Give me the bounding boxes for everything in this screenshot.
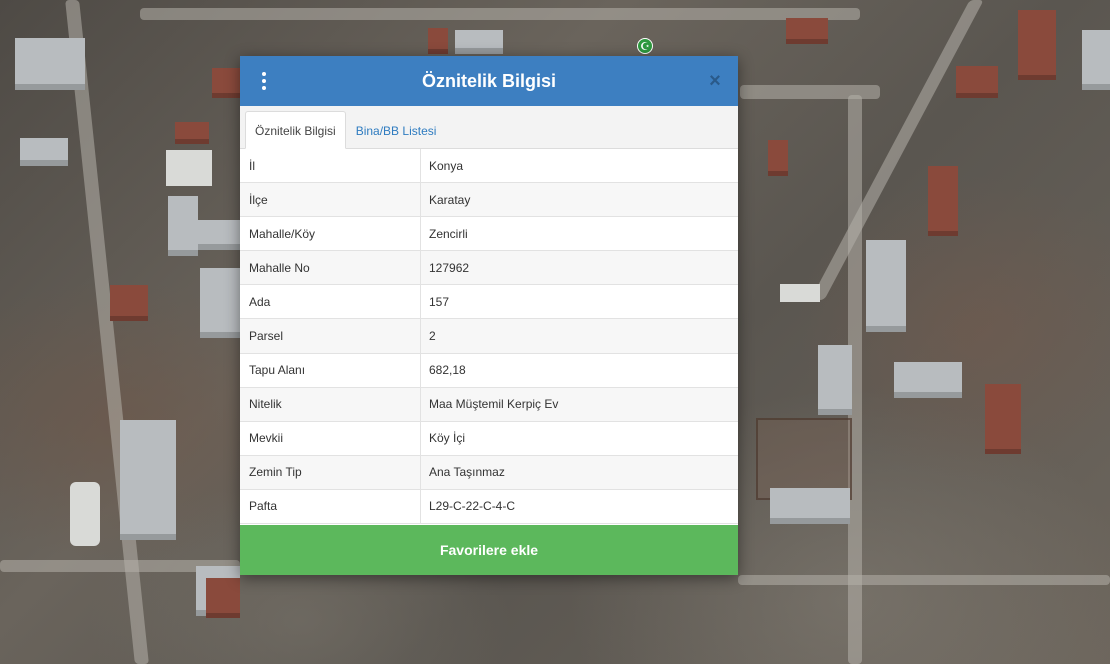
map-building xyxy=(956,66,998,98)
map-building xyxy=(1082,30,1110,90)
map-building xyxy=(120,420,176,540)
map-building xyxy=(894,362,962,398)
table-row: Parsel 2 xyxy=(240,319,738,354)
map-building xyxy=(985,384,1021,454)
close-icon[interactable]: × xyxy=(705,70,725,92)
table-row: İl Konya xyxy=(240,149,738,184)
attribute-key: Tapu Alanı xyxy=(240,353,421,387)
attribute-value: Konya xyxy=(429,158,464,173)
table-row: Mahalle No 127962 xyxy=(240,251,738,286)
attribute-value: L29-C-22-C-4-C xyxy=(429,499,516,514)
table-row: Mevkii Köy İçi xyxy=(240,421,738,456)
map-building xyxy=(200,268,240,338)
attribute-value: Zencirli xyxy=(429,226,468,241)
attribute-key: İlçe xyxy=(240,183,421,217)
attribute-value: Köy İçi xyxy=(429,431,466,446)
attribute-key: Ada xyxy=(240,285,421,319)
attribute-key: İl xyxy=(240,149,421,183)
table-row: Mahalle/Köy Zencirli xyxy=(240,217,738,252)
table-row: Ada 157 xyxy=(240,285,738,320)
map-building xyxy=(198,220,240,250)
map-building xyxy=(428,28,448,54)
attribute-key: Mahalle No xyxy=(240,251,421,285)
vertical-dots-icon[interactable] xyxy=(260,72,268,90)
attribute-key: Mevkii xyxy=(240,421,421,455)
attribute-key: Pafta xyxy=(240,489,421,524)
table-row: Pafta L29-C-22-C-4-C xyxy=(240,489,738,525)
map-road xyxy=(140,8,860,20)
table-row: Nitelik Maa Müştemil Kerpiç Ev xyxy=(240,387,738,422)
map-building xyxy=(928,166,958,236)
attribute-key: Parsel xyxy=(240,319,421,353)
add-to-favorites-button[interactable]: Favorilere ekle xyxy=(240,525,738,575)
attribute-value: Ana Taşınmaz xyxy=(429,465,505,480)
map-road xyxy=(738,575,1110,585)
map-building xyxy=(110,285,148,321)
tab-bar: Öznitelik Bilgisi Bina/BB Listesi xyxy=(240,106,738,149)
attribute-value: Karatay xyxy=(429,192,471,207)
map-building xyxy=(206,578,240,618)
attribute-key: Mahalle/Köy xyxy=(240,217,421,251)
map-building xyxy=(770,488,850,524)
map-building xyxy=(780,284,820,302)
map-building xyxy=(168,196,198,256)
attribute-value: Maa Müştemil Kerpiç Ev xyxy=(429,397,559,412)
map-building xyxy=(70,482,100,546)
attribute-key: Nitelik xyxy=(240,387,421,421)
map-building xyxy=(175,122,209,144)
attribute-value: 127962 xyxy=(429,260,470,275)
map-building xyxy=(15,38,85,90)
map-building xyxy=(866,240,906,332)
map-building xyxy=(1018,10,1056,80)
tab-building-list[interactable]: Bina/BB Listesi xyxy=(346,111,447,149)
attribute-value: 682,18 xyxy=(429,363,466,378)
table-row: Zemin Tip Ana Taşınmaz xyxy=(240,455,738,490)
tab-attribute-info[interactable]: Öznitelik Bilgisi xyxy=(245,111,346,149)
dialog-title: Öznitelik Bilgisi xyxy=(421,70,557,91)
table-row: Tapu Alanı 682,18 xyxy=(240,353,738,388)
map-building xyxy=(455,30,503,54)
attribute-key: Zemin Tip xyxy=(240,455,421,489)
map-building xyxy=(818,345,852,415)
map-building xyxy=(768,140,788,176)
map-building xyxy=(166,150,212,186)
attribute-value: 2 xyxy=(429,329,436,344)
attribute-table: İl Konya İlçe Karatay Mahalle/Köy Zencir… xyxy=(240,149,738,525)
attribute-info-dialog: Öznitelik Bilgisi × Öznitelik Bilgisi Bi… xyxy=(240,56,738,575)
mosque-marker-icon[interactable]: ☪ xyxy=(637,38,653,54)
table-row: İlçe Karatay xyxy=(240,183,738,218)
map-building xyxy=(20,138,68,166)
dialog-header: Öznitelik Bilgisi × xyxy=(240,56,738,106)
map-building xyxy=(212,68,240,98)
map-building xyxy=(786,18,828,44)
attribute-value: 157 xyxy=(429,294,450,309)
